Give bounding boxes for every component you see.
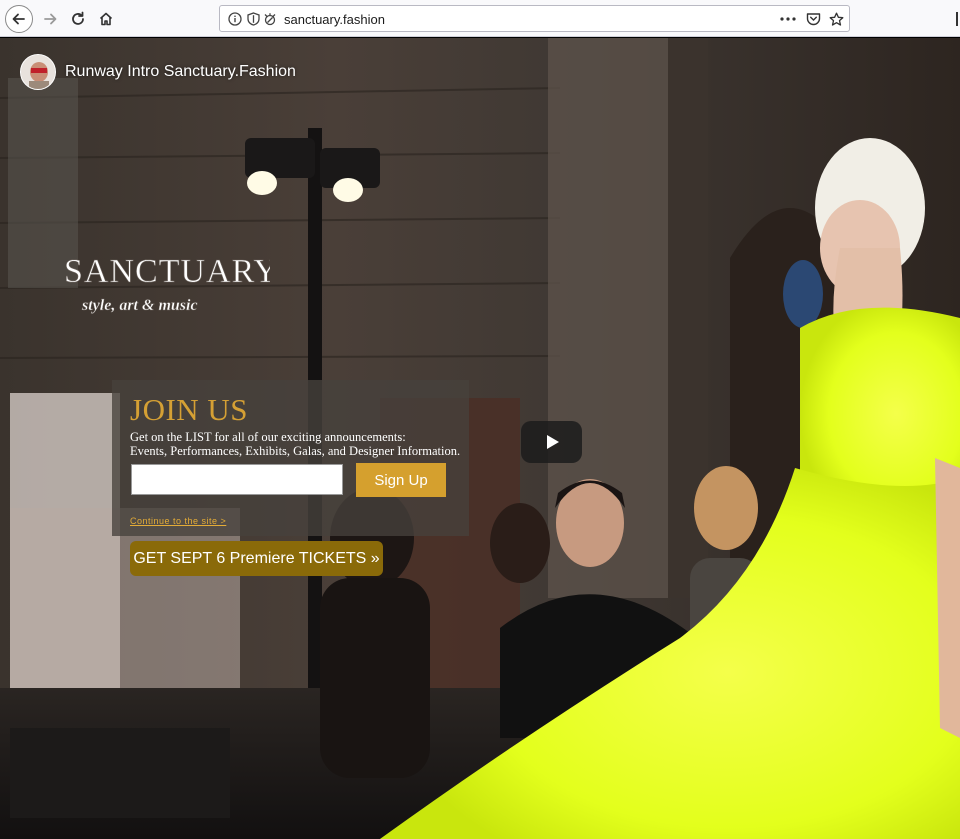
info-icon[interactable]	[227, 11, 243, 27]
play-button[interactable]	[521, 421, 582, 463]
email-field[interactable]	[131, 464, 343, 495]
sign-up-button[interactable]: Sign Up	[356, 463, 446, 497]
permissions-icon[interactable]	[262, 11, 278, 27]
browser-toolbar: sanctuary.fashion	[0, 0, 960, 37]
reload-button[interactable]	[64, 5, 92, 33]
join-description: Get on the LIST for all of our exciting …	[130, 430, 465, 458]
home-icon	[99, 12, 113, 26]
channel-avatar[interactable]	[20, 54, 56, 90]
join-description-line1: Get on the LIST for all of our exciting …	[130, 430, 406, 444]
forward-button[interactable]	[36, 5, 64, 33]
sanctuary-logo: SANCTUARY style, art & music	[56, 234, 279, 320]
back-button[interactable]	[5, 5, 33, 33]
video-header: Runway Intro Sanctuary.Fashion	[20, 54, 296, 90]
logo-wordmark: SANCTUARY	[64, 253, 270, 290]
url-text[interactable]: sanctuary.fashion	[284, 12, 385, 27]
avatar-image	[21, 55, 55, 89]
get-tickets-button[interactable]: GET SEPT 6 Premiere TICKETS »	[130, 541, 383, 576]
logo-tagline: style, art & music	[81, 297, 198, 314]
continue-to-site-link[interactable]: Continue to the site >	[130, 516, 226, 526]
pocket-icon[interactable]	[805, 11, 821, 27]
reload-icon	[72, 11, 84, 25]
video-hero[interactable]: Runway Intro Sanctuary.Fashion SANCTUARY…	[0, 38, 960, 839]
shield-icon[interactable]	[245, 11, 261, 27]
video-title[interactable]: Runway Intro Sanctuary.Fashion	[65, 63, 296, 81]
bookmark-star-icon[interactable]	[828, 11, 844, 27]
back-arrow-icon	[12, 13, 25, 25]
url-bar[interactable]: sanctuary.fashion	[219, 5, 850, 32]
library-icon[interactable]	[956, 12, 960, 26]
signup-panel: JOIN US Get on the LIST for all of our e…	[112, 380, 469, 536]
home-button[interactable]	[92, 5, 120, 33]
more-icon[interactable]	[780, 11, 796, 27]
play-icon	[546, 435, 559, 449]
forward-arrow-icon	[44, 13, 57, 25]
join-heading: JOIN US	[130, 392, 249, 427]
join-description-line2: Events, Performances, Exhibits, Galas, a…	[130, 444, 461, 458]
